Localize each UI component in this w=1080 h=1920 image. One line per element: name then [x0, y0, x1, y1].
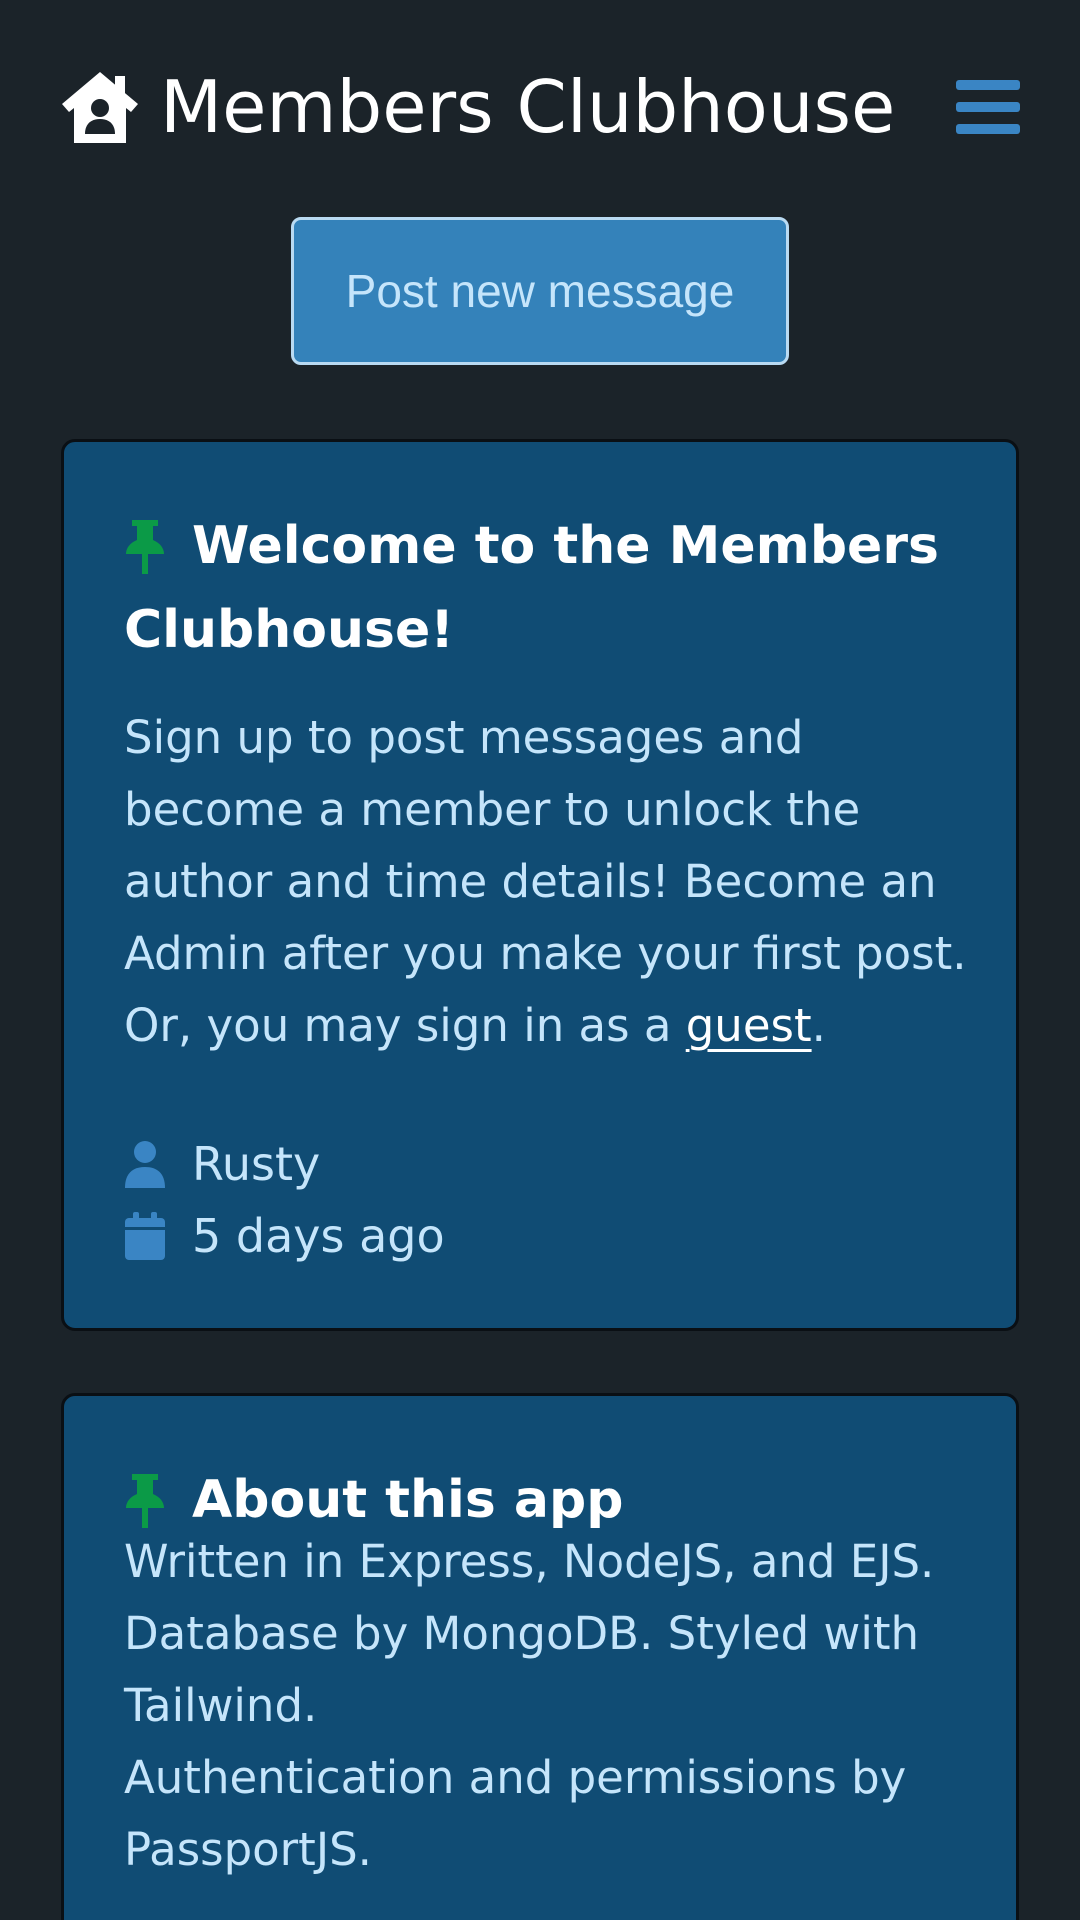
app-header: Members Clubhouse: [0, 0, 1080, 200]
message-author: Rusty: [124, 1134, 320, 1194]
post-new-message-button[interactable]: Post new message: [291, 217, 789, 365]
hamburger-menu-icon[interactable]: [956, 76, 1020, 138]
house-user-icon: [62, 72, 138, 143]
message-body: Sign up to post messages and become a me…: [124, 702, 974, 1062]
message-body-line: Written in Express, NodeJS, and EJS. Dat…: [124, 1535, 935, 1732]
message-body-end: .: [811, 999, 826, 1052]
time-text: 5 days ago: [192, 1209, 445, 1263]
message-body-line: Authentication and permissions by Passpo…: [124, 1751, 907, 1876]
message-body: Written in Express, NodeJS, and EJS. Dat…: [124, 1526, 974, 1886]
message-time: 5 days ago: [124, 1206, 445, 1266]
user-icon: [125, 1141, 165, 1188]
message-card: Welcome to the Members Clubhouse! Sign u…: [61, 439, 1019, 1331]
message-card: About this app Written in Express, NodeJ…: [61, 1393, 1019, 1920]
calendar-icon: [125, 1212, 165, 1260]
message-title: Welcome to the Members Clubhouse!: [124, 516, 939, 660]
author-name: Rusty: [192, 1137, 321, 1191]
page: Members Clubhouse Post new message Welco…: [0, 0, 1080, 1920]
app-title: Members Clubhouse: [160, 65, 896, 149]
message-body-text: Sign up to post messages and become a me…: [124, 711, 967, 1052]
guest-sign-in-link[interactable]: guest: [686, 999, 812, 1052]
